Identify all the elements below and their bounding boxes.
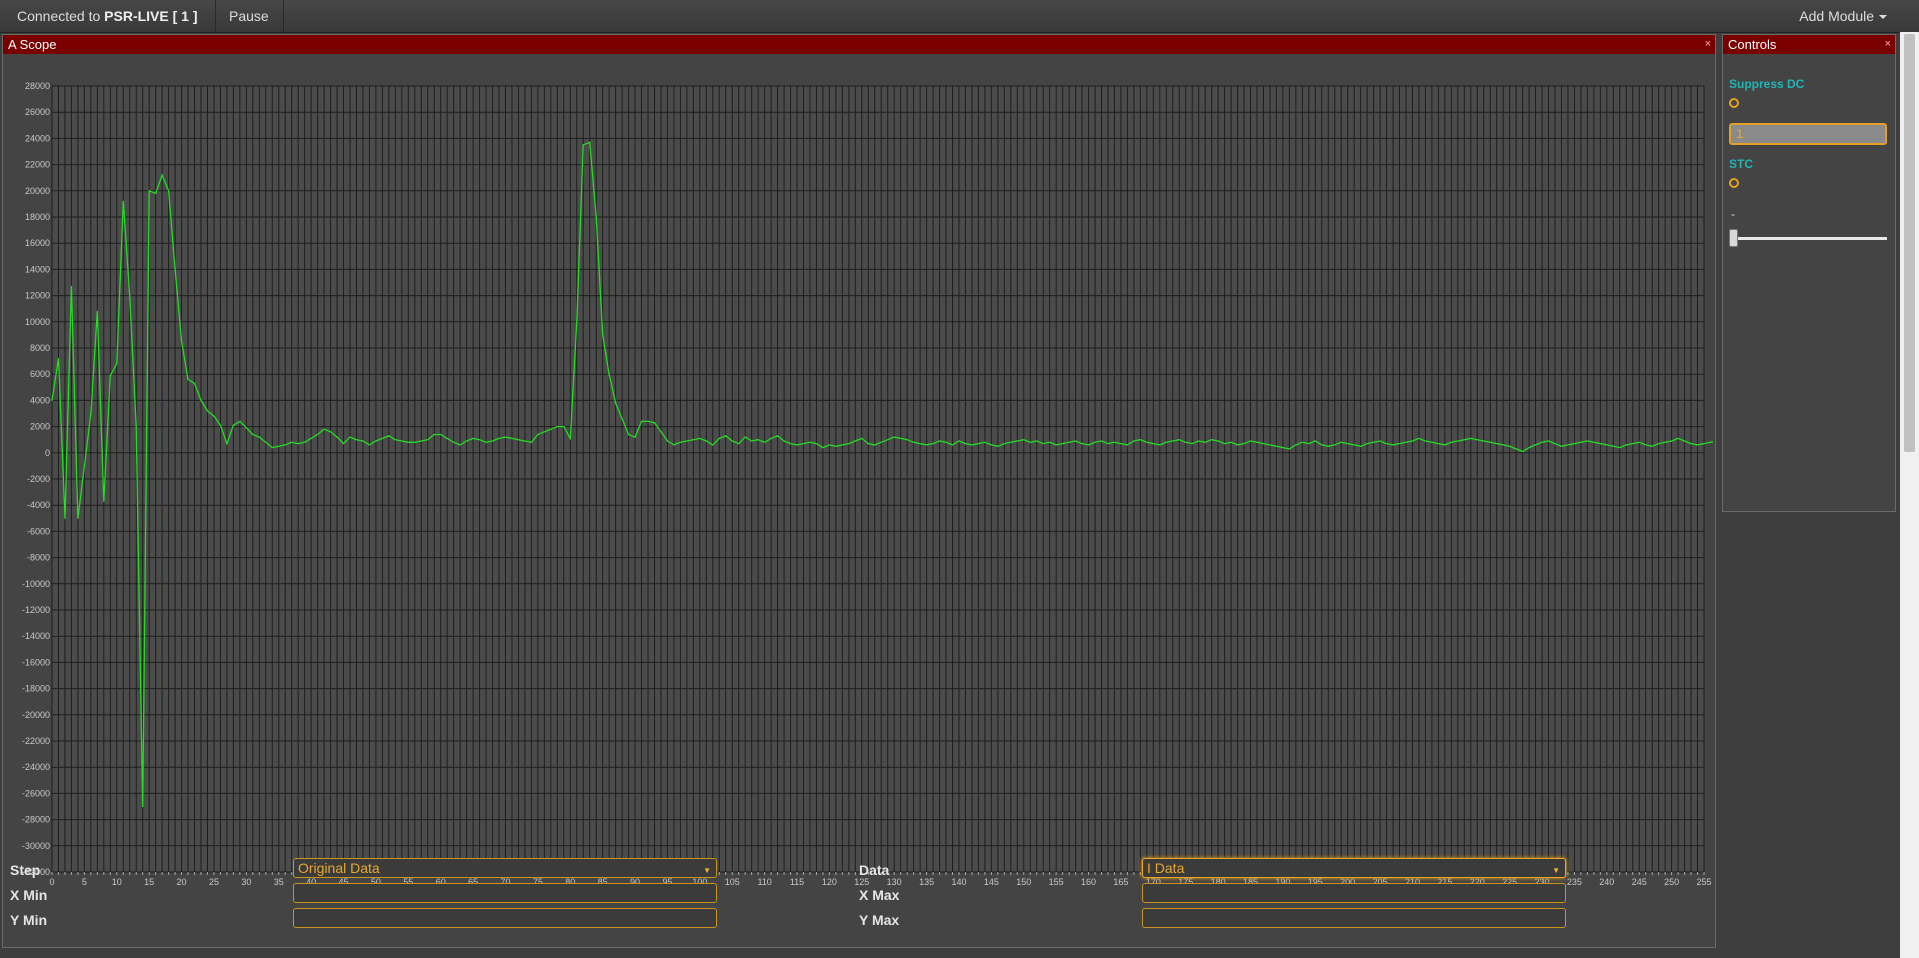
y-max-input[interactable] xyxy=(1142,908,1566,928)
pause-button[interactable]: Pause xyxy=(215,0,284,32)
stc-label: STC xyxy=(1729,157,1753,171)
y-tick-label: -30000 xyxy=(22,841,50,851)
x-tick-label: 145 xyxy=(984,877,999,885)
x-max-input[interactable] xyxy=(1142,883,1566,903)
connection-name: PSR-LIVE [ 1 ] xyxy=(104,8,198,24)
stc-slider-track[interactable] xyxy=(1729,237,1887,240)
x-tick-label: 105 xyxy=(725,877,740,885)
page-scrollbar[interactable] xyxy=(1900,32,1919,958)
x-tick-label: 10 xyxy=(112,877,122,885)
x-tick-label: 245 xyxy=(1632,877,1647,885)
y-tick-label: 4000 xyxy=(30,395,50,405)
y-tick-label: 16000 xyxy=(25,238,50,248)
x-tick-label: 150 xyxy=(1016,877,1031,885)
y-tick-label: -10000 xyxy=(22,579,50,589)
connection-status: Connected to PSR-LIVE [ 1 ] xyxy=(0,0,216,32)
y-tick-label: 18000 xyxy=(25,212,50,222)
x-tick-label: 120 xyxy=(822,877,837,885)
controls-header[interactable]: Controls × xyxy=(1723,35,1895,54)
close-icon[interactable]: × xyxy=(1885,35,1891,54)
caret-down-icon xyxy=(1879,15,1887,20)
y-tick-label: -2000 xyxy=(27,474,50,484)
a-scope-chart: -32000-30000-28000-26000-24000-22000-200… xyxy=(3,55,1713,885)
y-tick-label: -6000 xyxy=(27,526,50,536)
y-tick-label: -16000 xyxy=(22,657,50,667)
stc-slider-handle[interactable] xyxy=(1729,229,1738,247)
x-tick-label: 250 xyxy=(1664,877,1679,885)
x-min-label: X Min xyxy=(10,887,48,903)
y-tick-label: 2000 xyxy=(30,422,50,432)
y-tick-label: 8000 xyxy=(30,343,50,353)
y-tick-label: -22000 xyxy=(22,736,50,746)
x-tick-label: 20 xyxy=(177,877,187,885)
panel-title: Controls xyxy=(1728,37,1777,52)
y-tick-label: -4000 xyxy=(27,500,50,510)
y-tick-label: 10000 xyxy=(25,317,50,327)
step-label: Step xyxy=(10,862,41,878)
x-tick-label: 25 xyxy=(209,877,219,885)
y-tick-label: 22000 xyxy=(25,160,50,170)
add-module-dropdown[interactable]: Add Module xyxy=(1799,0,1887,32)
a-scope-panel: A Scope × -32000 -30000 -28000 -26000 -24000… xyxy=(2,34,1716,948)
x-tick-label: 130 xyxy=(887,877,902,885)
y-tick-label: 20000 xyxy=(25,186,50,196)
y-tick-label: -14000 xyxy=(22,631,50,641)
y-tick-label: -24000 xyxy=(22,762,50,772)
y-tick-label: 24000 xyxy=(25,133,50,143)
y-tick-label: 26000 xyxy=(25,107,50,117)
data-select[interactable]: I Data xyxy=(1142,858,1566,880)
x-tick-label: 125 xyxy=(854,877,869,885)
y-tick-label: 14000 xyxy=(25,264,50,274)
data-label: Data xyxy=(859,862,890,878)
y-min-input[interactable] xyxy=(293,908,717,928)
x-tick-label: 35 xyxy=(274,877,284,885)
y-tick-label: -8000 xyxy=(27,553,50,563)
x-tick-label: 30 xyxy=(241,877,251,885)
x-tick-label: 140 xyxy=(951,877,966,885)
x-tick-label: 135 xyxy=(919,877,934,885)
stc-radio[interactable] xyxy=(1729,178,1739,188)
a-scope-header[interactable]: A Scope × xyxy=(3,35,1715,54)
y-tick-label: -26000 xyxy=(22,788,50,798)
close-icon[interactable]: × xyxy=(1705,35,1711,54)
x-tick-label: 235 xyxy=(1567,877,1582,885)
connection-prefix: Connected to xyxy=(17,8,105,24)
add-module-label: Add Module xyxy=(1799,8,1874,24)
y-tick-label: 0 xyxy=(45,448,50,458)
x-min-input[interactable] xyxy=(293,883,717,903)
stc-value-text: - xyxy=(1731,207,1735,221)
x-tick-label: 255 xyxy=(1696,877,1711,885)
suppress-dc-input[interactable]: 1 xyxy=(1729,123,1887,145)
y-tick-label: -20000 xyxy=(22,710,50,720)
panel-title: A Scope xyxy=(8,37,57,52)
controls-panel: Controls × Suppress DC 1 STC - xyxy=(1722,34,1896,512)
y-tick-label: 12000 xyxy=(25,291,50,301)
y-tick-label: -12000 xyxy=(22,605,50,615)
suppress-dc-radio[interactable] xyxy=(1729,98,1739,108)
y-tick-label: -18000 xyxy=(22,684,50,694)
y-max-label: Y Max xyxy=(859,912,900,928)
x-tick-label: 5 xyxy=(82,877,87,885)
x-tick-label: 110 xyxy=(757,877,771,885)
top-navbar: Connected to PSR-LIVE [ 1 ] Pause Add Mo… xyxy=(0,0,1919,33)
x-tick-label: 155 xyxy=(1049,877,1064,885)
step-select[interactable]: Original Data xyxy=(293,858,717,880)
x-tick-label: 165 xyxy=(1113,877,1128,885)
y-tick-label: 6000 xyxy=(30,369,50,379)
x-tick-label: 15 xyxy=(144,877,154,885)
x-max-label: X Max xyxy=(859,887,900,903)
x-tick-label: 115 xyxy=(790,877,804,885)
scrollbar-thumb[interactable] xyxy=(1904,34,1915,452)
x-tick-label: 160 xyxy=(1081,877,1096,885)
x-tick-label: 0 xyxy=(49,877,54,885)
suppress-dc-label: Suppress DC xyxy=(1729,77,1805,91)
y-min-label: Y Min xyxy=(10,912,48,928)
x-tick-label: 240 xyxy=(1599,877,1614,885)
y-tick-label: 28000 xyxy=(25,81,50,91)
y-tick-label: -28000 xyxy=(22,815,50,825)
